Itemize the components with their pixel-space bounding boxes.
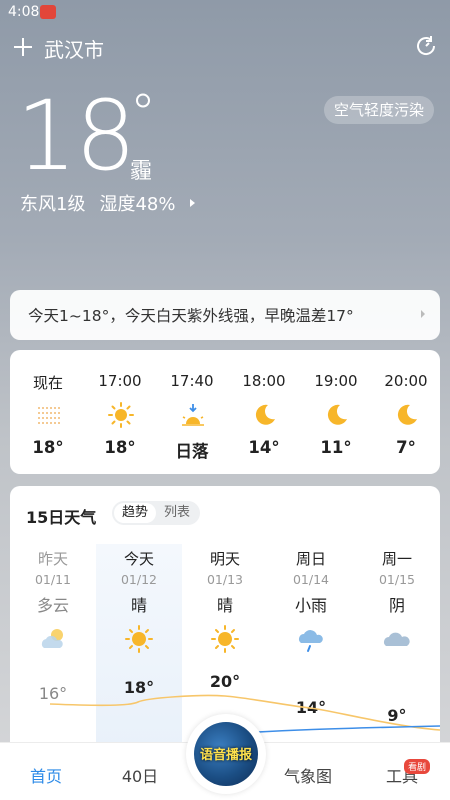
hour-temp: 11° <box>320 438 352 457</box>
trend-toggle-button[interactable]: 趋势 <box>114 503 157 523</box>
hour-temp: 7° <box>396 438 416 457</box>
moon-icon <box>327 404 347 425</box>
day-date: 01/13 <box>206 572 244 587</box>
day-name: 今天 <box>123 550 154 568</box>
day-condition: 小雨 <box>294 596 327 615</box>
sun-icon <box>125 625 153 653</box>
forecast-summary-card[interactable]: 今天1~18°，今天白天紫外线强，早晚温差17° <box>10 290 440 340</box>
humidity-text: 湿度48% <box>99 194 176 215</box>
wind-text: 东风1级 <box>20 194 86 215</box>
globe-icon: 语音播报 <box>194 722 258 786</box>
add-city-icon[interactable] <box>12 36 34 58</box>
rain-icon <box>299 630 323 652</box>
hour-temp: 18° <box>32 438 64 457</box>
day-name: 周一 <box>381 550 412 568</box>
top-bar: 武汉市 <box>0 28 450 68</box>
day-condition: 多云 <box>36 596 69 615</box>
day-condition: 阴 <box>388 596 405 615</box>
summary-text: 今天1~18°，今天白天紫外线强，早晚温差17° <box>28 307 354 325</box>
list-toggle-button[interactable]: 列表 <box>156 503 198 523</box>
aqi-badge[interactable]: 空气轻度污染 <box>323 96 434 124</box>
moon-icon <box>255 404 275 425</box>
day-name: 周日 <box>295 550 326 568</box>
hour-column[interactable]: 17:40 日落 <box>162 350 222 474</box>
current-temperature: 18 <box>16 80 136 192</box>
view-toggle: 趋势 列表 <box>112 501 201 525</box>
hour-column[interactable]: 20:00 7° <box>376 350 436 474</box>
cloud-icon <box>384 632 410 646</box>
day-condition: 晴 <box>130 596 147 615</box>
partly-cloudy-icon <box>41 629 63 648</box>
status-time: 4:08 <box>8 4 40 20</box>
status-bar: 4:08 <box>0 0 450 26</box>
daily-forecast-title: 15日天气 <box>26 508 97 527</box>
hour-time: 19:00 <box>314 372 358 390</box>
hour-temp: 日落 <box>175 442 209 461</box>
day-name: 明天 <box>209 550 240 568</box>
hourly-forecast-card: 现在 18° 17:00 18° 17:40 日落 18:00 14° 19:0… <box>10 350 440 474</box>
hour-column[interactable]: 18:00 14° <box>234 350 294 474</box>
moon-icon <box>397 404 417 425</box>
new-badge: 看剧 <box>403 759 430 774</box>
chevron-right-icon <box>421 310 425 318</box>
nav-40day[interactable]: 40日 <box>100 763 180 787</box>
nav-radar[interactable]: 气象图 <box>268 763 348 787</box>
hour-column[interactable]: 17:00 18° <box>90 350 150 474</box>
voice-broadcast-label: 语音播报 <box>199 748 252 763</box>
hour-time: 17:40 <box>170 372 214 390</box>
day-date: 01/15 <box>378 572 416 587</box>
degree-symbol: ° <box>130 84 156 144</box>
sun-icon <box>211 625 239 653</box>
hour-time: 17:00 <box>98 372 142 390</box>
hour-temp: 14° <box>248 438 280 457</box>
hour-temp: 18° <box>104 438 136 457</box>
hour-time: 18:00 <box>242 372 286 390</box>
city-name[interactable]: 武汉市 <box>44 34 104 63</box>
day-condition: 晴 <box>216 596 233 615</box>
wind-humidity-row[interactable]: 东风1级 湿度48% <box>20 190 197 216</box>
refresh-icon[interactable] <box>414 34 438 58</box>
notification-app-icon <box>40 5 56 19</box>
nav-tools[interactable]: 工具 看剧 <box>362 759 442 787</box>
hour-column[interactable]: 19:00 11° <box>306 350 366 474</box>
hour-time: 现在 <box>32 374 63 392</box>
voice-broadcast-button[interactable]: 语音播报 <box>186 714 266 794</box>
hour-time: 20:00 <box>384 372 428 390</box>
hour-column[interactable]: 现在 18° <box>18 350 78 474</box>
chevron-right-icon <box>190 199 196 207</box>
day-name: 昨天 <box>37 550 68 568</box>
nav-home[interactable]: 首页 <box>6 763 86 787</box>
day-date: 01/14 <box>292 572 330 587</box>
day-date: 01/12 <box>120 572 158 587</box>
sun-icon <box>108 402 134 428</box>
haze-icon <box>38 407 60 424</box>
sunset-icon <box>182 404 204 426</box>
current-condition: 霾 <box>130 159 153 184</box>
day-date: 01/11 <box>34 572 72 587</box>
